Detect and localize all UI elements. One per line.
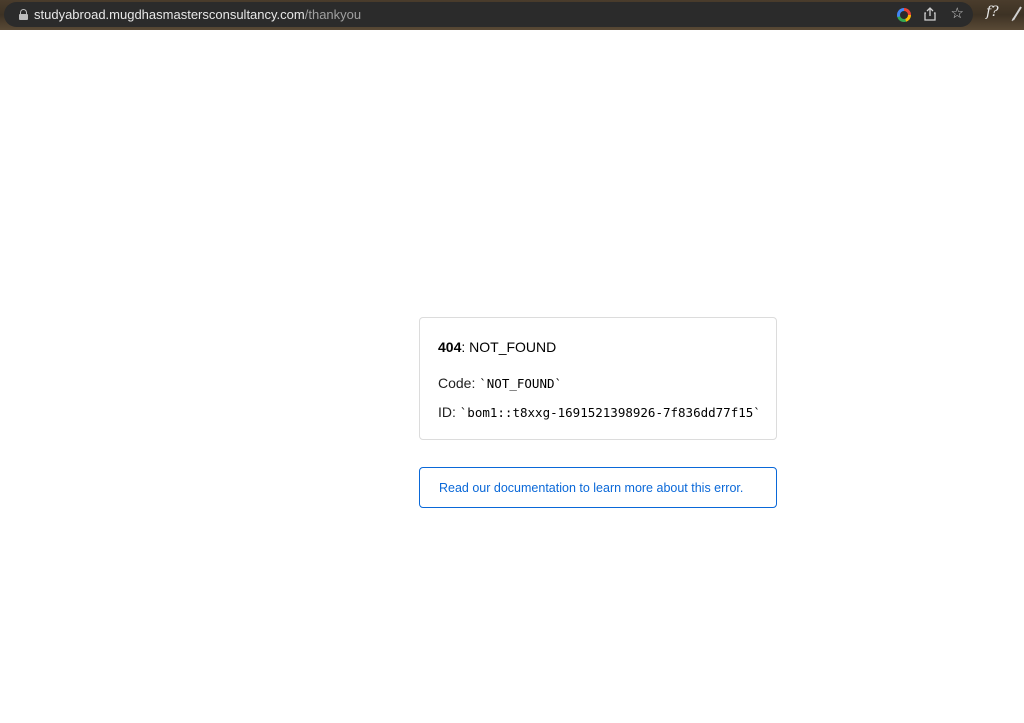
documentation-link[interactable]: Read our documentation to learn more abo…	[439, 481, 743, 496]
url-host: studyabroad.mugdhasmastersconsultancy.co…	[34, 7, 305, 22]
error-title: 404: NOT_FOUND	[438, 338, 556, 356]
star-icon[interactable]: ☆	[951, 5, 964, 23]
status-text: : NOT_FOUND	[461, 339, 557, 355]
url-path: /thankyou	[304, 7, 362, 22]
id-value: `bom1::t8xxg-1691521398926-7f836dd77f15`	[459, 405, 761, 420]
error-card: 404: NOT_FOUND Code: `NOT_FOUND` ID: `bo…	[419, 317, 777, 440]
error-id-line: ID: `bom1::t8xxg-1691521398926-7f836dd77…	[438, 403, 761, 422]
browser-toolbar: studyabroad.mugdhasmastersconsultancy.co…	[0, 0, 1024, 30]
extension-f-icon[interactable]: f?	[986, 4, 999, 20]
code-label: Code:	[438, 375, 480, 391]
google-icon[interactable]	[897, 8, 911, 22]
code-value: `NOT_FOUND`	[479, 376, 563, 391]
documentation-box[interactable]: Read our documentation to learn more abo…	[419, 467, 777, 508]
extension-pen-icon[interactable]	[1010, 4, 1024, 22]
lock-icon[interactable]	[19, 9, 28, 20]
url-text[interactable]: studyabroad.mugdhasmastersconsultancy.co…	[34, 7, 361, 22]
id-label: ID:	[438, 404, 460, 420]
status-code: 404	[438, 339, 462, 355]
error-code-line: Code: `NOT_FOUND`	[438, 374, 562, 393]
share-icon[interactable]	[923, 7, 937, 22]
address-bar[interactable]: studyabroad.mugdhasmastersconsultancy.co…	[4, 2, 973, 27]
